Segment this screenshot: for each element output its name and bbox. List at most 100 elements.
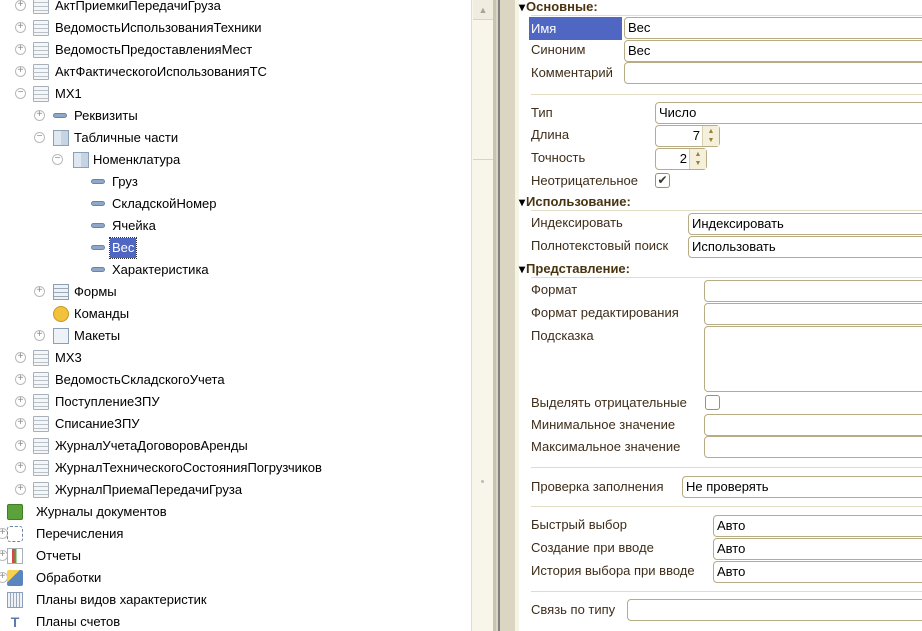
tree-item[interactable]: + Перечисления [0,524,471,544]
collapse-icon[interactable]: − [34,132,45,143]
length-stepper[interactable]: 7 ▲ ▼ [655,125,720,147]
document-icon [33,482,49,498]
fill-check-label: Проверка заполнения [531,479,664,494]
collapse-icon[interactable]: − [15,88,26,99]
synonym-field[interactable]: Вес [624,40,922,62]
name-label[interactable]: Имя [529,17,622,40]
expand-icon[interactable]: + [15,440,26,451]
template-icon [53,328,69,344]
tree-item-label: Номенклатура [93,152,181,167]
max-value-field[interactable] [704,436,922,458]
quick-choice-select[interactable]: Авто [713,515,922,537]
tree-item[interactable]: Груз [0,172,471,192]
tree-item[interactable]: Характеристика [0,260,471,280]
expand-icon[interactable]: + [15,418,26,429]
index-select[interactable]: Индексировать [688,213,922,235]
attribute-icon [53,113,67,118]
command-icon [53,306,69,322]
tree-item[interactable]: Журналы документов [0,502,471,522]
panel-splitter[interactable] [493,0,515,631]
tree-item[interactable]: + Реквизиты [0,106,471,126]
tree-item[interactable]: − Табличные части [0,128,471,148]
tree-item[interactable]: Вес [0,237,471,259]
tree-item[interactable]: − Номенклатура [0,150,471,170]
divider [531,506,922,507]
tree-item[interactable]: Команды [0,304,471,324]
nonnegative-checkbox[interactable]: ✔ [655,173,670,188]
tree-item-label: ЖурналТехническогоСостоянияПогрузчиков [55,460,322,475]
max-value-label: Максимальное значение [531,439,681,454]
edit-format-field[interactable] [704,303,922,325]
highlight-negative-checkbox[interactable] [705,395,720,410]
tree-item[interactable]: СкладскойНомер [0,194,471,214]
divider [531,94,922,95]
spin-icon[interactable]: ▲ ▼ [689,149,706,169]
tree-item[interactable]: Ячейка [0,216,471,236]
scroll-thumb[interactable] [473,20,493,160]
link-by-type-label: Связь по типу [531,602,616,617]
tree-item[interactable]: + ВедомостьПредоставленияМест [0,40,471,60]
expand-icon[interactable]: + [15,396,26,407]
edit-format-label: Формат редактирования [531,305,679,320]
section-usage[interactable]: Использование: [519,195,631,211]
min-value-field[interactable] [704,414,922,436]
expand-icon[interactable]: + [15,66,26,77]
format-field[interactable] [704,280,922,302]
tree-item-label: ВедомостьПредоставленияМест [55,42,253,57]
expand-icon[interactable]: + [15,0,26,11]
name-field[interactable]: Вес [624,17,922,39]
collapse-icon[interactable]: − [52,154,63,165]
choice-history-select[interactable]: Авто [713,561,922,583]
expand-icon[interactable]: + [15,484,26,495]
precision-stepper[interactable]: 2 ▲ ▼ [655,148,707,170]
tree-item[interactable]: + ЖурналУчетаДоговоровАренды [0,436,471,456]
tree-item[interactable]: + ВедомостьИспользованияТехники [0,18,471,38]
expand-icon[interactable]: + [15,22,26,33]
tree-item[interactable]: + ЖурналТехническогоСостоянияПогрузчиков [0,458,471,478]
tree-item[interactable]: Т Планы счетов [0,612,471,631]
section-main[interactable]: Основные: [519,0,598,16]
tree-item[interactable]: + АктПриемкиПередачиГруза [0,0,471,16]
min-value-label: Минимальное значение [531,417,676,432]
link-by-type-field[interactable] [627,599,922,621]
document-icon [33,20,49,36]
expand-icon[interactable]: + [15,352,26,363]
section-presentation[interactable]: Представление: [519,262,630,278]
expand-icon[interactable]: + [34,286,45,297]
tree-item[interactable]: − МХ1 [0,84,471,104]
document-icon [33,394,49,410]
comment-label: Комментарий [531,65,613,80]
document-icon [33,372,49,388]
tree-item[interactable]: + ВедомостьСкладскогоУчета [0,370,471,390]
tree-item[interactable]: + ПоступлениеЗПУ [0,392,471,412]
tooltip-textarea[interactable] [704,326,922,392]
expand-icon[interactable]: + [34,110,45,121]
expand-icon[interactable]: + [34,330,45,341]
tree-item[interactable]: + Отчеты [0,546,471,566]
tree-item-label: МХ3 [55,350,82,365]
document-journal-icon [7,504,23,520]
tree-item[interactable]: + АктФактическогоИспользованияТС [0,62,471,82]
comment-field[interactable] [624,62,922,84]
tree-item[interactable]: + СписаниеЗПУ [0,414,471,434]
tree-item[interactable]: Планы видов характеристик [0,590,471,610]
spin-icon[interactable]: ▲ ▼ [702,126,719,146]
tree-item[interactable]: + Обработки [0,568,471,588]
scroll-up-icon[interactable]: ▲ [473,0,493,20]
tree-item-label: СкладскойНомер [112,196,217,211]
tree-item[interactable]: + Формы [0,282,471,302]
tree-item-label: Перечисления [36,526,124,541]
expand-icon[interactable]: + [15,374,26,385]
expand-icon[interactable]: + [15,44,26,55]
tree-scrollbar[interactable]: ▲ [471,0,493,631]
divider [531,467,922,468]
fulltext-select[interactable]: Использовать [688,236,922,258]
create-on-input-select[interactable]: Авто [713,538,922,560]
tree-item[interactable]: + Макеты [0,326,471,346]
tree-item[interactable]: + МХ3 [0,348,471,368]
fill-check-select[interactable]: Не проверять [682,476,922,498]
metadata-tree[interactable]: + АктПриемкиПередачиГруза + ВедомостьИсполь… [0,0,471,631]
tree-item[interactable]: + ЖурналПриемаПередачиГруза [0,480,471,500]
expand-icon[interactable]: + [15,462,26,473]
type-field[interactable]: Число [655,102,922,124]
